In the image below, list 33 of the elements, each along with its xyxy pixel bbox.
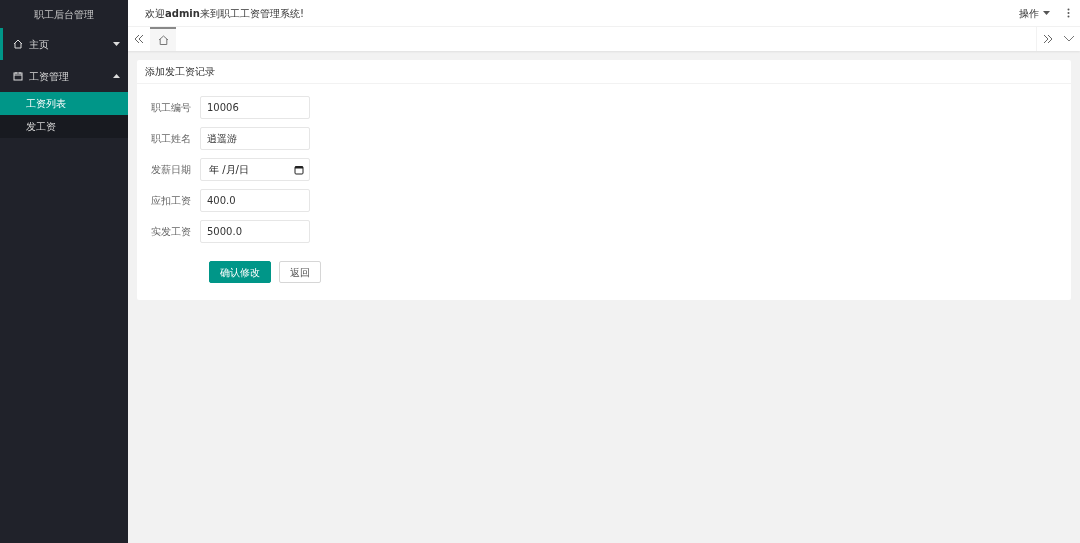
field-label: 职工姓名 — [150, 132, 192, 146]
menu-item[interactable]: 工资管理 — [0, 60, 128, 92]
scroll-right-button[interactable] — [1036, 27, 1058, 51]
caret-icon — [113, 74, 120, 78]
chevron-down-icon — [1064, 36, 1074, 42]
date-field[interactable]: 年 /月/日 — [200, 158, 310, 181]
confirm-button[interactable]: 确认修改 — [209, 261, 271, 283]
double-chevron-left-icon — [134, 35, 144, 43]
input-field[interactable]: 5000.0 — [200, 220, 310, 243]
welcome-text: 欢迎admin来到职工工资管理系统! — [145, 6, 305, 21]
field-label: 实发工资 — [150, 225, 192, 239]
field-label: 职工编号 — [150, 101, 192, 115]
input-field[interactable]: 逍遥游 — [200, 127, 310, 150]
calendar-icon[interactable] — [294, 164, 304, 175]
sidebar-title: 职工后台管理 — [33, 7, 95, 22]
home-icon — [157, 35, 169, 45]
card-title: 添加发工资记录 — [137, 60, 1071, 84]
submenu-item[interactable]: 发工资 — [0, 115, 128, 138]
action-menu[interactable]: 操作 — [1018, 4, 1051, 22]
caret-icon — [113, 42, 120, 46]
back-button[interactable]: 返回 — [279, 261, 321, 283]
input-field[interactable]: 400.0 — [200, 189, 310, 212]
scroll-left-button[interactable] — [128, 27, 150, 51]
double-chevron-right-icon — [1043, 35, 1052, 43]
caret-icon — [1043, 11, 1050, 15]
home-icon — [13, 39, 23, 49]
submenu-item[interactable]: 工资列表 — [0, 92, 128, 115]
calendar-icon — [13, 71, 23, 81]
home-tab[interactable] — [150, 27, 176, 51]
field-label: 发薪日期 — [150, 163, 192, 177]
field-label: 应扣工资 — [150, 194, 192, 208]
more-icon[interactable] — [1067, 8, 1070, 18]
input-field[interactable]: 10006 — [200, 96, 310, 119]
